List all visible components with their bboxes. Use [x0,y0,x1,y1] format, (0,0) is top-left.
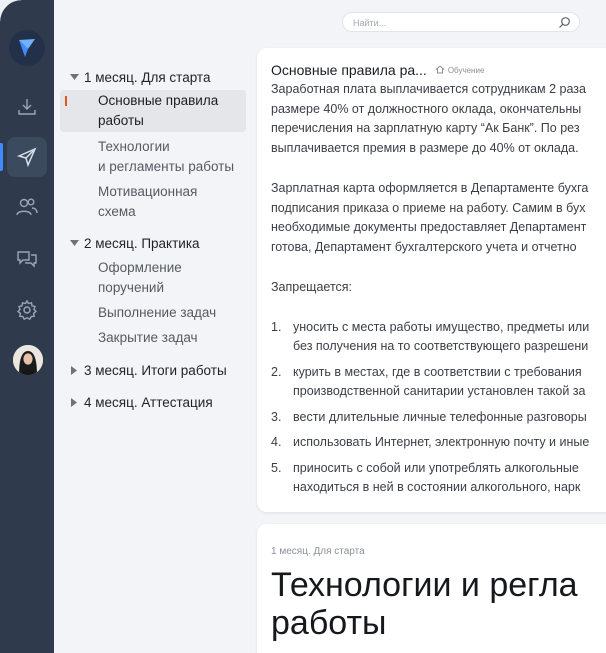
list-item: 3. вести длительные личные телефонные ра… [271,409,587,424]
tree-item-label: поручений [98,279,165,295]
tree-item-label: схема [98,203,136,219]
paragraph-line: необходимые документы предоставляет Депа… [271,220,587,234]
tree-item-label: работы [98,112,144,128]
tree-item-motivation[interactable]: Мотивационная схема [98,182,248,221]
card-title: Основные правила ра... [271,62,427,78]
tree-section-label: 3 месяц. Итоги работы [84,362,227,378]
caret-right-icon [68,365,80,375]
rules-list: 1. уносить с места работы имущество, пре… [271,318,606,498]
tree-item-label: Закрытие задач [98,330,198,345]
tree-section-label: 1 месяц. Для старта [84,69,211,85]
tree-item-label: и регламенты работы [98,158,235,174]
paragraph-line: Зарплатная карта оформляется в Департаме… [271,181,589,195]
forbidden-label: Запрещается: [271,280,353,294]
search-input[interactable] [353,15,553,30]
tree-section-month-1[interactable]: 1 месяц. Для старта [68,65,210,89]
next-article-card: 1 месяц. Для старта Технологии и регла р… [257,524,606,653]
tree-item-label: Выполнение задач [98,305,217,320]
tree-item-task-execution[interactable]: Выполнение задач [98,303,248,323]
search-box[interactable] [342,12,580,32]
tree-item-label: Мотивационная [98,184,198,199]
tree-item-label: Оформление [98,260,182,275]
list-item: 2. курить в местах, где в соответствии с… [271,364,586,399]
tree-section-month-4[interactable]: 4 месяц. Аттестация [68,390,213,414]
tree-section-month-3[interactable]: 3 месяц. Итоги работы [68,358,227,382]
search-icon[interactable] [558,16,571,34]
card-header: Основные правила ра... Обучение [271,62,484,78]
paragraph-line: выплачивается премия в размере до 40% от… [271,140,579,155]
gear-icon[interactable] [7,290,47,330]
paragraph-line: готова, Департамент бухгалтерского учета… [271,239,577,254]
home-icon [435,64,448,76]
tree-item-label: Технологии [98,139,170,154]
tree-item-basic-rules[interactable]: Основные правила работы [98,91,248,130]
breadcrumb[interactable]: Обучение [435,64,485,76]
caret-down-icon [68,74,80,80]
download-icon[interactable] [7,87,47,127]
users-icon[interactable] [7,187,47,227]
tree-section-label: 4 месяц. Аттестация [84,394,213,410]
paragraph-line: размере 40% от должностного оклада, окон… [271,101,582,116]
chat-icon[interactable] [7,238,47,278]
tree-item-active-marker [65,96,67,106]
breadcrumb-label: Обучение [447,65,485,75]
article-card: Заработная плата выплачивается сотрудник… [257,48,606,512]
tree-section-label: 2 месяц. Практика [84,235,200,251]
tree-section-month-2[interactable]: 2 месяц. Практика [68,231,200,255]
breadcrumb[interactable]: 1 месяц. Для старта [271,546,365,557]
list-item: 5. приносить с собой или употреблять алк… [271,460,581,495]
tree-item-task-closing[interactable]: Закрытие задач [98,328,248,348]
tree-item-technologies[interactable]: Технологии и регламенты работы [98,137,248,176]
tree-item-label: Основные правила [98,93,219,108]
list-item: 1. уносить с места работы имущество, пре… [271,319,590,354]
paragraph-line: подписания приказа о приеме на работу. С… [271,200,586,215]
send-icon[interactable] [7,137,47,177]
article-body: Заработная плата выплачивается сотрудник… [271,80,606,504]
sidebar-active-indicator [0,143,3,171]
app-window: 1 месяц. Для старта Основные правила раб… [0,0,606,653]
tree-item-assignments[interactable]: Оформление поручений [98,258,248,297]
list-item: 4. использовать Интернет, электронную по… [271,435,590,449]
logo-icon[interactable] [9,30,45,66]
caret-right-icon [68,397,80,407]
sidebar [0,0,54,653]
avatar[interactable] [13,345,43,375]
page-title: Технологии и регла работы [271,566,578,642]
caret-down-icon [68,240,80,246]
paragraph-line: перечисления на зарплатную карту “Ак Бан… [271,121,580,135]
